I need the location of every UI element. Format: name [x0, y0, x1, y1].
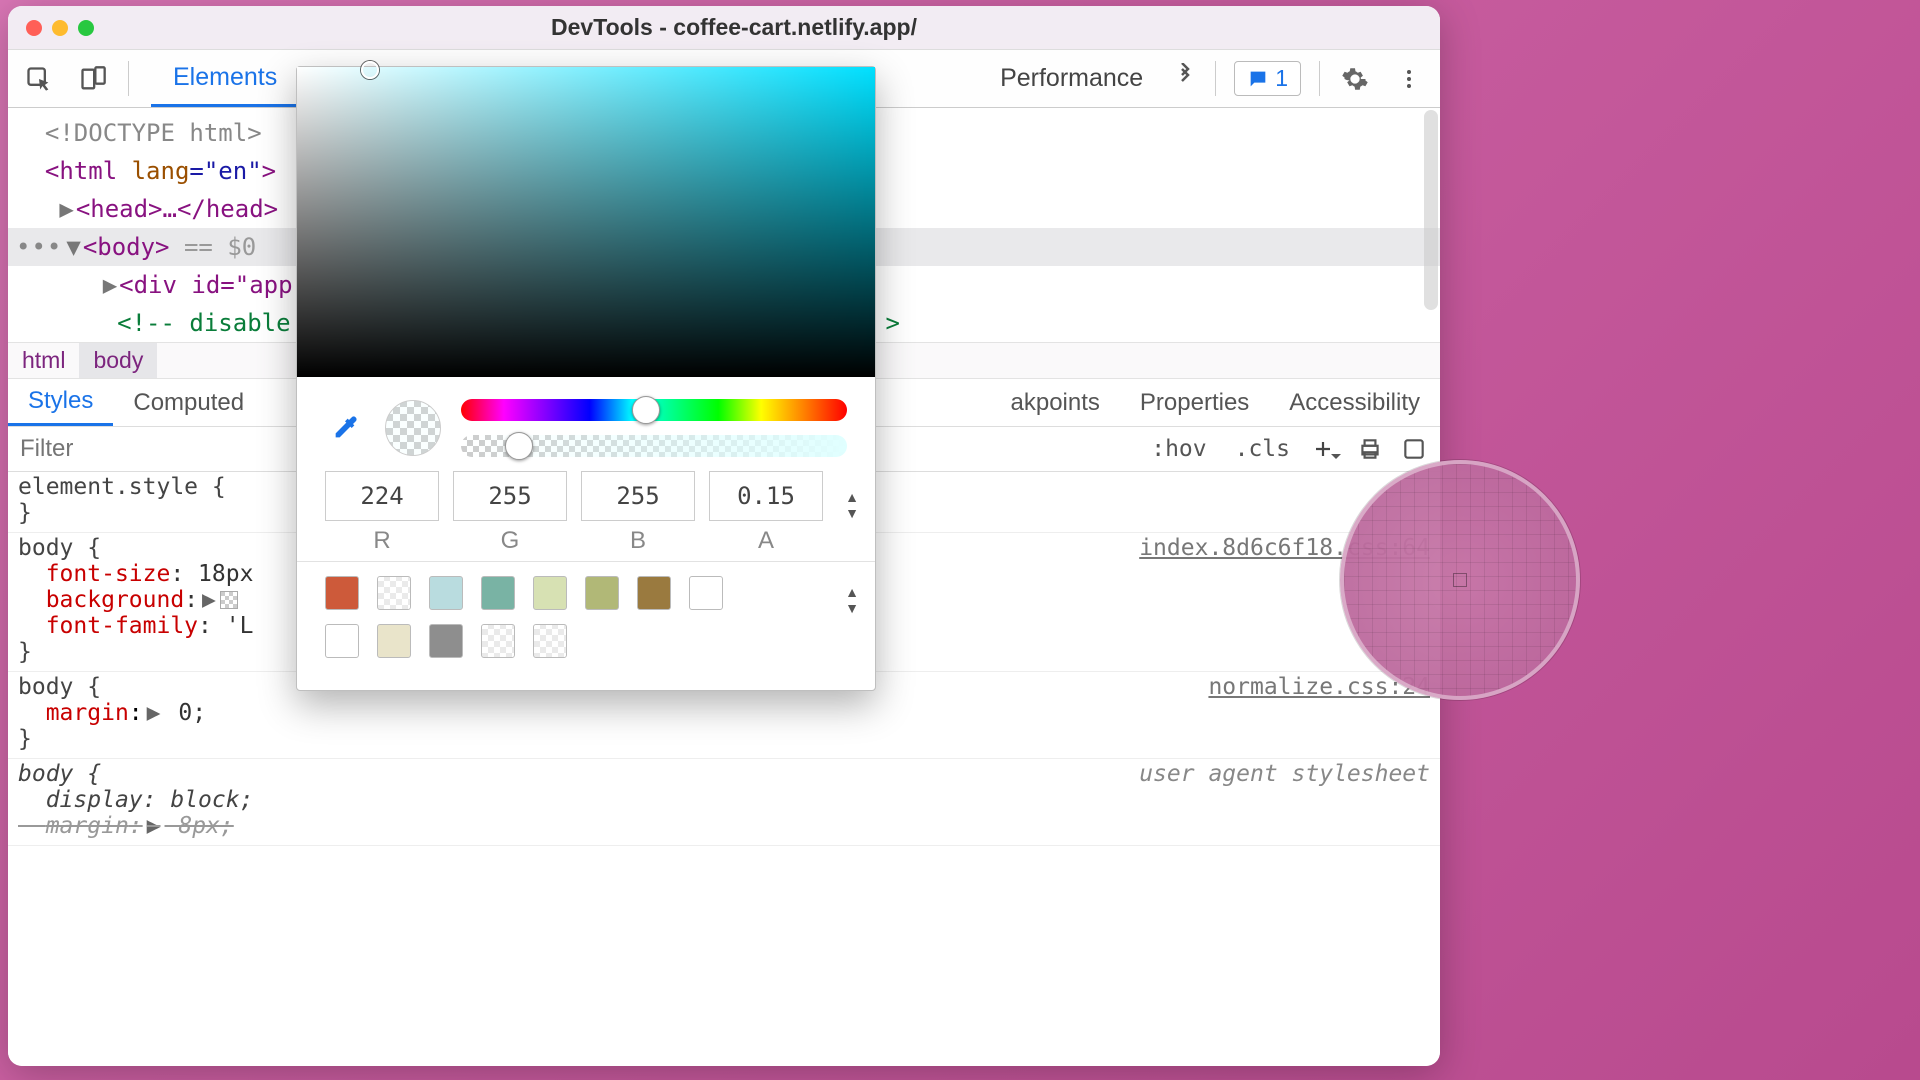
new-style-rule-plus-icon[interactable] [1304, 427, 1348, 471]
r-label: R [325, 527, 439, 555]
hue-thumb[interactable] [632, 396, 660, 424]
subtab-properties[interactable]: Properties [1120, 381, 1269, 425]
divider [128, 61, 129, 95]
picker-controls [297, 377, 875, 467]
alpha-slider[interactable] [461, 435, 847, 457]
palette-stepper-icon[interactable]: ▲▼ [845, 580, 859, 620]
palette-swatch[interactable] [377, 576, 411, 610]
window-title: DevTools - coffee-cart.netlify.app/ [46, 14, 1422, 41]
eyedropper-magnifier[interactable] [1340, 460, 1580, 700]
sv-cursor[interactable] [361, 61, 379, 79]
palette-section: ▲▼ [297, 561, 875, 690]
kebab-menu-icon[interactable] [1384, 54, 1434, 104]
palette-swatch[interactable] [533, 624, 567, 658]
palette-swatch[interactable] [533, 576, 567, 610]
prop-background[interactable]: background [46, 587, 184, 613]
divider [1319, 61, 1320, 95]
palette-swatch[interactable] [325, 624, 359, 658]
format-stepper-icon[interactable]: ▲▼ [845, 485, 859, 525]
issues-count: 1 [1275, 65, 1288, 92]
prop-margin[interactable]: margin [46, 813, 129, 839]
palette-swatch[interactable] [429, 624, 463, 658]
close-window-button[interactable] [26, 20, 42, 36]
a-label: A [709, 527, 823, 555]
palette-row [325, 576, 847, 610]
scrollbar[interactable] [1424, 110, 1438, 310]
crumb-html[interactable]: html [8, 343, 79, 378]
palette-row [325, 624, 847, 658]
print-icon[interactable] [1348, 427, 1392, 471]
prop-display[interactable]: display [46, 787, 143, 813]
palette-swatch[interactable] [481, 624, 515, 658]
palette-swatch[interactable] [377, 624, 411, 658]
color-preview-circle [385, 400, 441, 456]
settings-gear-icon[interactable] [1330, 54, 1380, 104]
palette-swatch[interactable] [429, 576, 463, 610]
b-input[interactable] [581, 471, 695, 521]
palette-swatch[interactable] [689, 576, 723, 610]
tab-elements[interactable]: Elements [151, 50, 299, 107]
palette-swatch[interactable] [325, 576, 359, 610]
hue-slider[interactable] [461, 399, 847, 421]
subtab-accessibility[interactable]: Accessibility [1269, 381, 1440, 425]
color-swatch-icon[interactable] [220, 591, 238, 609]
device-toolbar-icon[interactable] [68, 54, 118, 104]
color-picker-popover: R G B A ▲▼ ▲▼ [296, 66, 876, 691]
a-input[interactable] [709, 471, 823, 521]
devtools-window: DevTools - coffee-cart.netlify.app/ Elem… [8, 6, 1440, 1066]
divider [1215, 61, 1216, 95]
subtab-styles[interactable]: Styles [8, 379, 113, 426]
prop-margin[interactable]: margin [46, 700, 129, 726]
g-label: G [453, 527, 567, 555]
hov-toggle[interactable]: :hov [1137, 432, 1220, 466]
prop-font-size[interactable]: font-size [46, 561, 171, 587]
palette-swatch[interactable] [585, 576, 619, 610]
subtab-breakpoints[interactable]: akpoints [1011, 381, 1120, 425]
ua-stylesheet-label: user agent stylesheet [1139, 761, 1430, 787]
magnifier-crosshair-icon [1453, 573, 1467, 587]
body-rule-ua[interactable]: user agent stylesheet body { display: bl… [8, 759, 1440, 846]
eyedropper-icon[interactable] [325, 408, 365, 448]
alpha-thumb[interactable] [505, 432, 533, 460]
b-label: B [581, 527, 695, 555]
subtab-computed[interactable]: Computed [113, 381, 264, 425]
tab-performance[interactable]: Performance [978, 50, 1165, 107]
prop-font-family[interactable]: font-family [46, 613, 198, 639]
rgba-inputs: R G B A ▲▼ [297, 467, 875, 561]
titlebar: DevTools - coffee-cart.netlify.app/ [8, 6, 1440, 50]
palette-swatch[interactable] [637, 576, 671, 610]
issues-badge[interactable]: 1 [1234, 61, 1301, 96]
crumb-body[interactable]: body [79, 343, 157, 378]
cls-toggle[interactable]: .cls [1221, 432, 1304, 466]
palette-swatch[interactable] [481, 576, 515, 610]
r-input[interactable] [325, 471, 439, 521]
saturation-value-panel[interactable] [297, 67, 875, 377]
more-tabs-chevron-icon[interactable] [1165, 50, 1205, 100]
g-input[interactable] [453, 471, 567, 521]
inspect-element-icon[interactable] [14, 54, 64, 104]
